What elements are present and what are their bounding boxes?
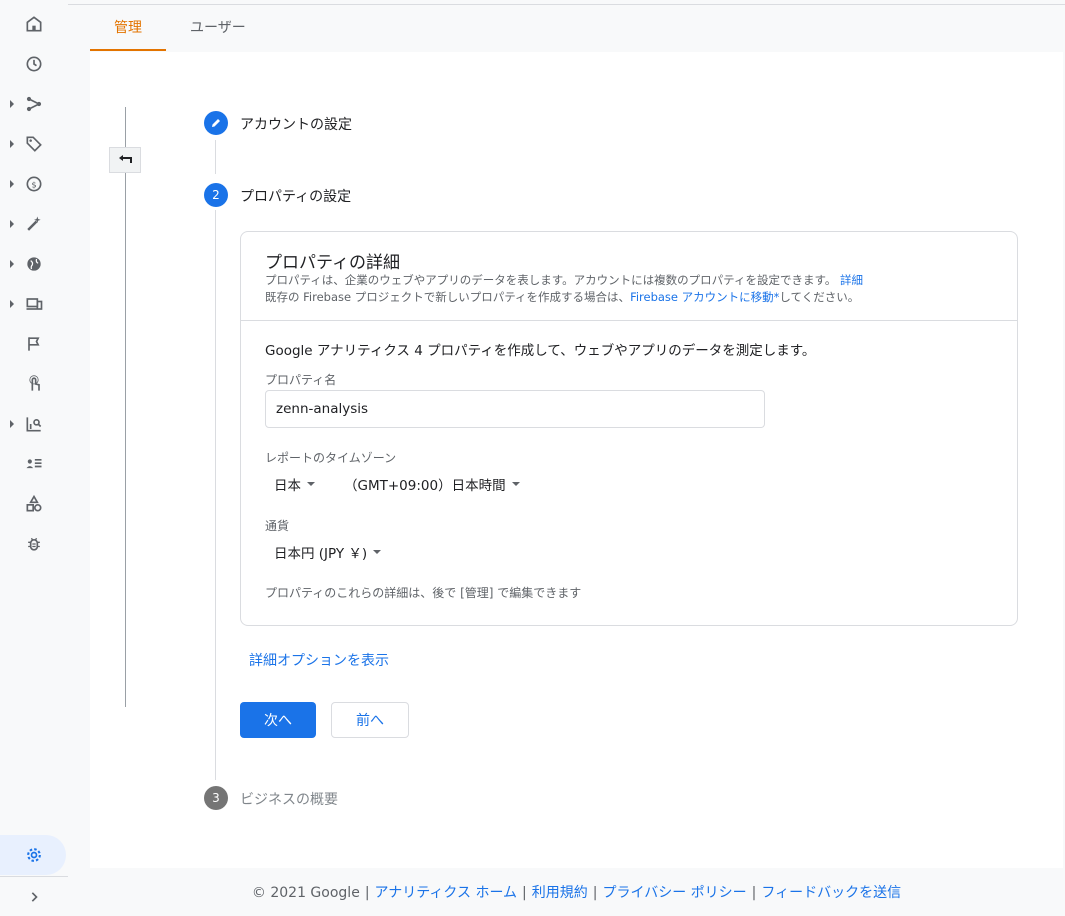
left-nav-rail: $ [0, 0, 68, 916]
step-1-circle [204, 111, 228, 135]
expand-caret-icon [10, 140, 14, 148]
dropdown-arrow-icon [307, 482, 315, 486]
dollar-icon: $ [26, 176, 42, 192]
currency-value: 日本円 (JPY ￥) [274, 546, 368, 562]
home-icon [26, 16, 42, 32]
flag-icon [28, 337, 40, 351]
desc2-post-text: してください。 [779, 290, 860, 304]
gear-icon [27, 848, 41, 862]
footer-separator: | [751, 885, 757, 901]
back-arrow-icon [119, 155, 132, 163]
currency-label: 通貨 [265, 519, 290, 533]
currency-select[interactable]: 日本円 (JPY ￥) [274, 542, 382, 562]
footer-feedback-link[interactable]: フィードバックを送信 [761, 885, 901, 901]
step-3-circle: 3 [204, 786, 228, 810]
devices-icon [26, 298, 43, 310]
rail-demographics[interactable] [0, 244, 68, 284]
firebase-link[interactable]: Firebase アカウントに移動* [630, 290, 779, 304]
magic-wand-icon [27, 216, 41, 231]
collapse-button[interactable] [109, 147, 141, 173]
audience-list-icon [26, 459, 42, 469]
footer-terms-link[interactable]: 利用規約 [532, 885, 588, 901]
next-button[interactable]: 次へ [240, 702, 316, 738]
rail-configure[interactable] [0, 484, 68, 524]
chevron-right-icon [31, 892, 38, 902]
shapes-icon [26, 494, 42, 512]
desc1-text: プロパティは、企業のウェブやアプリのデータを表します。アカウントには複数のプロパ… [265, 273, 837, 287]
touch-icon [29, 375, 40, 391]
footer-separator: | [522, 885, 527, 901]
timezone-label: レポートのタイムゾーン [265, 451, 397, 465]
footer-separator: | [364, 885, 370, 901]
rail-engagement[interactable] [0, 204, 68, 244]
rail-realtime[interactable] [0, 44, 68, 84]
property-name-label: プロパティ名 [265, 373, 337, 387]
rail-audiences[interactable] [0, 444, 68, 484]
rail-admin[interactable] [0, 835, 66, 875]
account-column-line [125, 107, 126, 707]
tag-icon [26, 136, 42, 152]
rail-tags[interactable] [0, 124, 68, 164]
rail-tech[interactable] [0, 284, 68, 324]
dropdown-arrow-icon [373, 550, 382, 554]
footer-separator: | [592, 885, 598, 901]
card-intro: Google アナリティクス 4 プロパティを作成して、ウェブやアプリのデータを… [265, 343, 816, 359]
svg-text:$: $ [31, 179, 36, 189]
expand-caret-icon [10, 260, 14, 268]
edit-later-note: プロパティのこれらの詳細は、後で [管理] で編集できます [265, 586, 582, 600]
tab-admin[interactable]: 管理 [90, 5, 166, 51]
step-3-title: ビジネスの概要 [240, 792, 338, 808]
report-search-icon [26, 417, 42, 432]
timezone-value: （GMT+09:00）日本時間 [344, 478, 506, 494]
share-icon [26, 96, 42, 112]
rail-events[interactable] [0, 324, 68, 364]
property-details-card: プロパティの詳細 プロパティは、企業のウェブやアプリのデータを表します。アカウン… [240, 231, 1018, 626]
desc2-pre-text: 既存の Firebase プロジェクトで新しいプロパティを作成する場合は、 [265, 290, 631, 304]
footer-analytics-home-link[interactable]: アナリティクス ホーム [375, 885, 518, 901]
advanced-options-link[interactable]: 詳細オプションを表示 [249, 650, 389, 670]
step-2-title: プロパティの設定 [240, 189, 352, 205]
card-description-2: 既存の Firebase プロジェクトで新しいプロパティを作成する場合は、Fir… [265, 289, 859, 305]
expand-caret-icon [10, 180, 14, 188]
dropdown-arrow-icon [511, 482, 520, 486]
tab-users[interactable]: ユーザー [166, 5, 270, 51]
rail-acquisition[interactable] [0, 84, 68, 124]
expand-caret-icon [10, 300, 14, 308]
rail-monetization[interactable]: $ [0, 164, 68, 204]
card-title: プロパティの詳細 [265, 253, 400, 273]
expand-caret-icon [10, 220, 14, 228]
globe-icon [27, 257, 41, 271]
learn-more-link[interactable]: 詳細 [840, 273, 863, 287]
rail-debug[interactable] [0, 524, 68, 564]
step-connector [215, 210, 216, 780]
rail-reports[interactable] [0, 404, 68, 444]
step-1-title[interactable]: アカウントの設定 [240, 114, 352, 134]
footer-copyright: © 2021 Google [251, 885, 360, 901]
expand-caret-icon [10, 100, 14, 108]
admin-tabs: 管理 ユーザー [90, 5, 270, 51]
footer-privacy-link[interactable]: プライバシー ポリシー [602, 885, 746, 901]
expand-caret-icon [10, 420, 14, 428]
clock-icon [26, 56, 42, 72]
rail-home[interactable] [0, 4, 68, 44]
step-connector [215, 140, 216, 174]
timezone-select[interactable]: （GMT+09:00）日本時間 [344, 474, 520, 494]
bug-icon [28, 537, 40, 551]
property-name-input[interactable] [265, 390, 765, 428]
timezone-country-select[interactable]: 日本 [274, 474, 315, 494]
card-description-1: プロパティは、企業のウェブやアプリのデータを表します。アカウントには複数のプロパ… [265, 272, 863, 288]
previous-button[interactable]: 前へ [331, 702, 409, 738]
footer: © 2021 Google | アナリティクス ホーム | 利用規約 | プライバシー ポリ… [90, 876, 1063, 910]
card-header: プロパティの詳細 プロパティは、企業のウェブやアプリのデータを表します。アカウン… [241, 232, 1017, 321]
rail-expand[interactable] [0, 877, 68, 916]
pencil-icon [212, 119, 220, 127]
rail-explore[interactable] [0, 364, 68, 404]
step-2-circle: 2 [204, 183, 228, 207]
timezone-country-value: 日本 [274, 478, 301, 494]
